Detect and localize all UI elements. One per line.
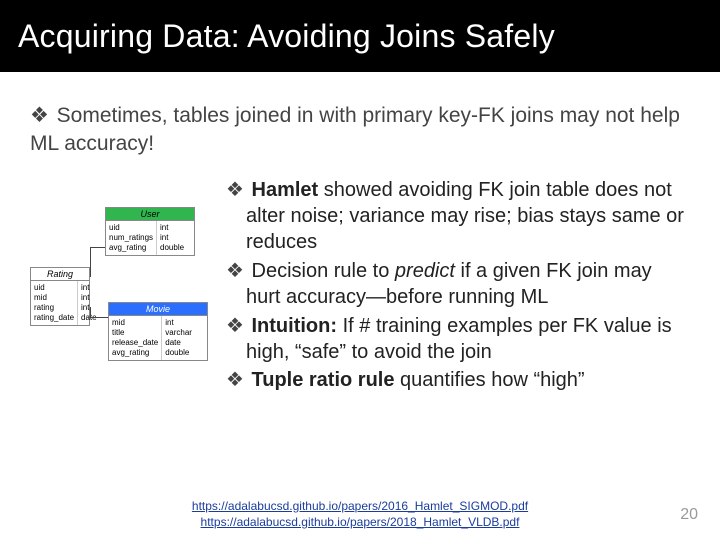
diamond-icon: ❖ — [30, 104, 49, 127]
slide-title: Acquiring Data: Avoiding Joins Safely — [18, 18, 555, 55]
diamond-icon: ❖ — [226, 260, 244, 282]
title-bar: Acquiring Data: Avoiding Joins Safely — [0, 0, 720, 72]
footer-links: https://adalabucsd.github.io/papers/2016… — [0, 498, 720, 530]
table-rating: Rating uid mid rating rating_date int in… — [30, 267, 90, 326]
table-movie: Movie mid title release_date avg_rating … — [108, 302, 208, 361]
page-number: 20 — [680, 506, 698, 524]
sub4-bold: Tuple ratio rule — [252, 369, 395, 391]
sub2-em: predict — [395, 260, 455, 282]
fk-line-user — [90, 247, 105, 248]
diamond-icon: ❖ — [226, 315, 244, 337]
table-movie-cols: mid title release_date avg_rating — [109, 316, 161, 360]
table-user-header: User — [106, 208, 194, 221]
sub4-rest: quantifies how “high” — [394, 369, 584, 391]
fk-line-movie — [90, 317, 108, 318]
table-user-cols: uid num_ratings avg_rating — [106, 221, 156, 255]
sub1-bold: Hamlet — [252, 179, 319, 201]
sub2-pre: Decision rule to — [252, 260, 395, 282]
sub-bullet-3: ❖ Intuition: If # training examples per … — [226, 313, 690, 366]
sub-bullet-4: ❖ Tuple ratio rule quantifies how “high” — [226, 367, 690, 393]
table-user-types: int int double — [156, 221, 187, 255]
table-user: User uid num_ratings avg_rating int int … — [105, 207, 195, 256]
sub3-bold: Intuition: — [252, 315, 338, 337]
table-rating-cols: uid mid rating rating_date — [31, 281, 77, 325]
main-bullet-text: Sometimes, tables joined in with primary… — [30, 104, 680, 155]
main-bullet: ❖ Sometimes, tables joined in with prima… — [30, 102, 690, 159]
table-rating-types: int int int date — [77, 281, 100, 325]
table-movie-types: int varchar date double — [161, 316, 195, 360]
schema-diagram: Rating uid mid rating rating_date int in… — [30, 177, 220, 397]
table-rating-header: Rating — [31, 268, 89, 281]
content-area: ❖ Sometimes, tables joined in with prima… — [0, 72, 720, 407]
sub-bullets: ❖ Hamlet showed avoiding FK join table d… — [220, 177, 690, 396]
table-movie-header: Movie — [109, 303, 207, 316]
fk-line-user-v — [90, 247, 91, 277]
diamond-icon: ❖ — [226, 369, 244, 391]
link-vldb[interactable]: https://adalabucsd.github.io/papers/2018… — [0, 514, 720, 530]
sub-bullet-1: ❖ Hamlet showed avoiding FK join table d… — [226, 177, 690, 256]
diamond-icon: ❖ — [226, 179, 244, 201]
link-sigmod[interactable]: https://adalabucsd.github.io/papers/2016… — [0, 498, 720, 514]
fk-line-movie-v — [90, 307, 91, 317]
sub-bullet-2: ❖ Decision rule to predict if a given FK… — [226, 258, 690, 311]
